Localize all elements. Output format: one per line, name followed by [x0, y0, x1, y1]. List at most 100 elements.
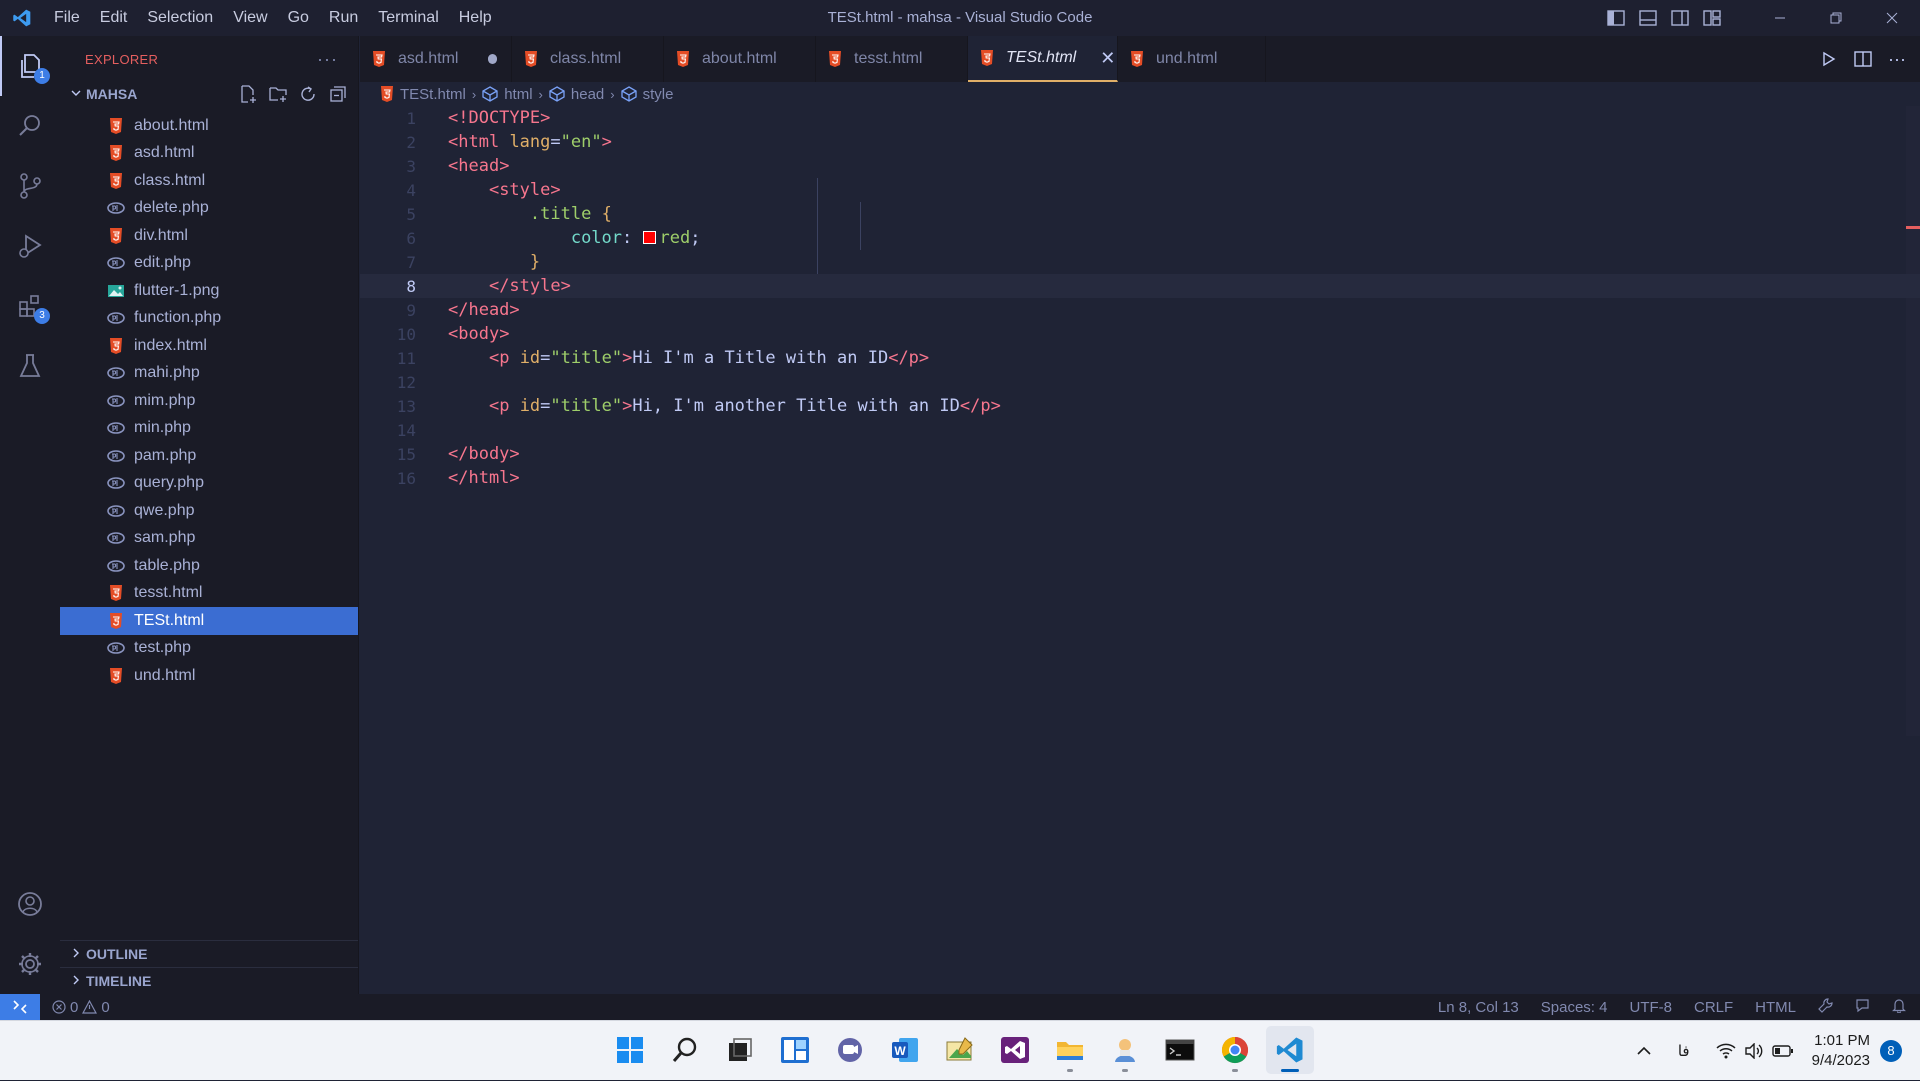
vscode-icon[interactable]	[1266, 1026, 1314, 1074]
code-line[interactable]: 2 <html lang="en">	[360, 130, 1920, 154]
restore-icon[interactable]	[1808, 0, 1864, 36]
breadcrumb-head[interactable]: head	[549, 86, 604, 103]
code-line[interactable]: 8 </style>	[360, 274, 1920, 298]
clock[interactable]: 1:01 PM 9/4/2023	[1812, 1031, 1870, 1071]
more-actions-icon[interactable]: ···	[317, 49, 338, 70]
code-editor[interactable]: 1 <!DOCTYPE> 2 <html lang="en"> 3 <head> 4 <st…	[360, 106, 1920, 994]
outline-section[interactable]: OUTLINE	[60, 940, 358, 967]
breadcrumb-file[interactable]: TESt.html	[380, 86, 466, 103]
tab-tesst-html[interactable]: tesst.html	[816, 36, 968, 82]
file-item[interactable]: index.html	[60, 332, 358, 360]
code-line[interactable]: 7 }	[360, 250, 1920, 274]
new-file-icon[interactable]	[236, 83, 260, 105]
file-item[interactable]: und.html	[60, 662, 358, 690]
tab-about-html[interactable]: about.html	[664, 36, 816, 82]
file-item[interactable]: table.php	[60, 552, 358, 580]
chrome-icon[interactable]	[1211, 1026, 1259, 1074]
file-item[interactable]: delete.php	[60, 195, 358, 223]
color-swatch[interactable]	[642, 231, 656, 244]
file-explorer-icon[interactable]	[1046, 1026, 1094, 1074]
menu-selection[interactable]: Selection	[137, 0, 223, 36]
more-actions-icon[interactable]: ···	[1886, 48, 1908, 70]
tab-test-html[interactable]: TESt.html ✕	[968, 36, 1118, 82]
tab-class-html[interactable]: class.html	[512, 36, 664, 82]
file-item[interactable]: qwe.php	[60, 497, 358, 525]
tools-icon[interactable]	[1818, 997, 1833, 1017]
start-icon[interactable]	[606, 1026, 654, 1074]
search-icon[interactable]	[0, 96, 60, 156]
unsaved-dot-icon[interactable]	[488, 54, 497, 64]
split-editor-icon[interactable]	[1852, 48, 1874, 70]
run-debug-icon[interactable]	[0, 216, 60, 276]
tab-und-html[interactable]: und.html	[1118, 36, 1266, 82]
toggle-panel-icon[interactable]	[1632, 0, 1664, 36]
menu-edit[interactable]: Edit	[90, 0, 138, 36]
cursor-position[interactable]: Ln 8, Col 13	[1438, 999, 1519, 1016]
widgets-icon[interactable]	[771, 1026, 819, 1074]
code-line[interactable]: 1 <!DOCTYPE>	[360, 106, 1920, 130]
code-line[interactable]: 15 </body>	[360, 442, 1920, 466]
indentation[interactable]: Spaces: 4	[1541, 999, 1608, 1016]
refresh-icon[interactable]	[296, 83, 320, 105]
word-icon[interactable]: W	[881, 1026, 929, 1074]
line-ending[interactable]: CRLF	[1694, 999, 1733, 1016]
code-line[interactable]: 6 color: red;	[360, 226, 1920, 250]
code-line[interactable]: 13 <p id="title">Hi, I'm another Title w…	[360, 394, 1920, 418]
file-item[interactable]: min.php	[60, 415, 358, 443]
encoding[interactable]: UTF-8	[1629, 999, 1672, 1016]
app-icon[interactable]	[1101, 1026, 1149, 1074]
volume-icon[interactable]	[1744, 1043, 1764, 1059]
run-icon[interactable]	[1818, 48, 1840, 70]
toggle-secondary-sidebar-icon[interactable]	[1664, 0, 1696, 36]
settings-gear-icon[interactable]	[0, 934, 60, 994]
language-mode[interactable]: HTML	[1755, 999, 1796, 1016]
chevron-up-icon[interactable]	[1636, 1045, 1652, 1057]
file-item[interactable]: div.html	[60, 222, 358, 250]
file-item[interactable]: pam.php	[60, 442, 358, 470]
code-line[interactable]: 3 <head>	[360, 154, 1920, 178]
close-window-icon[interactable]	[1864, 0, 1920, 36]
wifi-icon[interactable]	[1716, 1043, 1736, 1059]
input-language[interactable]: فا	[1678, 1042, 1690, 1060]
visual-studio-icon[interactable]	[991, 1026, 1039, 1074]
notifications-bell-icon[interactable]	[1892, 998, 1906, 1017]
file-item[interactable]: function.php	[60, 305, 358, 333]
code-line[interactable]: 9 </head>	[360, 298, 1920, 322]
file-item[interactable]: tesst.html	[60, 580, 358, 608]
source-control-icon[interactable]	[0, 156, 60, 216]
close-tab-icon[interactable]: ✕	[1100, 48, 1115, 69]
problems-indicator[interactable]: 0 0	[52, 999, 110, 1016]
file-item[interactable]: TESt.html	[60, 607, 358, 635]
menu-run[interactable]: Run	[319, 0, 368, 36]
menu-help[interactable]: Help	[449, 0, 502, 36]
file-item[interactable]: about.html	[60, 112, 358, 140]
code-line[interactable]: 14	[360, 418, 1920, 442]
image-editor-icon[interactable]	[936, 1026, 984, 1074]
toggle-primary-sidebar-icon[interactable]	[1600, 0, 1632, 36]
terminal-icon[interactable]	[1156, 1026, 1204, 1074]
file-item[interactable]: edit.php	[60, 250, 358, 278]
customize-layout-icon[interactable]	[1696, 0, 1728, 36]
folder-mahsa[interactable]: MAHSA	[60, 82, 358, 106]
code-line[interactable]: 10 <body>	[360, 322, 1920, 346]
menu-go[interactable]: Go	[278, 0, 319, 36]
file-item[interactable]: sam.php	[60, 525, 358, 553]
accounts-icon[interactable]	[0, 874, 60, 934]
code-line[interactable]: 12	[360, 370, 1920, 394]
explorer-icon[interactable]: 1	[0, 36, 60, 96]
menu-file[interactable]: File	[44, 0, 90, 36]
battery-icon[interactable]	[1771, 1044, 1794, 1058]
code-line[interactable]: 5 .title {	[360, 202, 1920, 226]
feedback-icon[interactable]	[1855, 998, 1870, 1017]
code-line[interactable]: 4 <style>	[360, 178, 1920, 202]
extensions-icon[interactable]: 3	[0, 276, 60, 336]
collapse-all-icon[interactable]	[326, 83, 350, 105]
code-line[interactable]: 16 </html>	[360, 466, 1920, 490]
file-item[interactable]: mahi.php	[60, 360, 358, 388]
task-view-icon[interactable]	[716, 1026, 764, 1074]
testing-icon[interactable]	[0, 336, 60, 396]
breadcrumb-style[interactable]: style	[620, 86, 673, 103]
timeline-section[interactable]: TIMELINE	[60, 967, 358, 994]
file-item[interactable]: mim.php	[60, 387, 358, 415]
file-item[interactable]: test.php	[60, 635, 358, 663]
